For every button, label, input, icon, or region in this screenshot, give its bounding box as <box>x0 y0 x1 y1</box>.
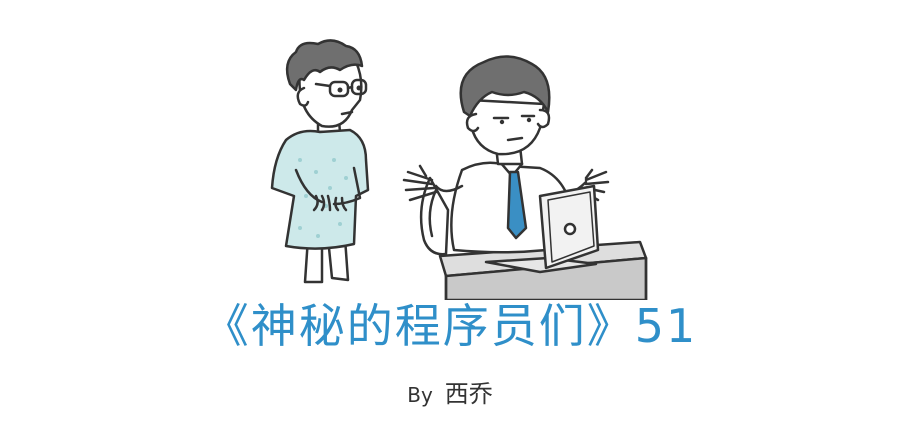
comic-title: 《神秘的程序员们》51 <box>202 299 698 353</box>
author-name: 西乔 <box>444 380 493 408</box>
hospital-gown <box>270 128 370 250</box>
laptop-logo-icon <box>563 222 577 236</box>
comic-illustration <box>270 39 648 300</box>
patient-character <box>270 39 370 284</box>
byline-prefix: By <box>407 383 433 407</box>
byline: By 西乔 <box>0 376 900 413</box>
